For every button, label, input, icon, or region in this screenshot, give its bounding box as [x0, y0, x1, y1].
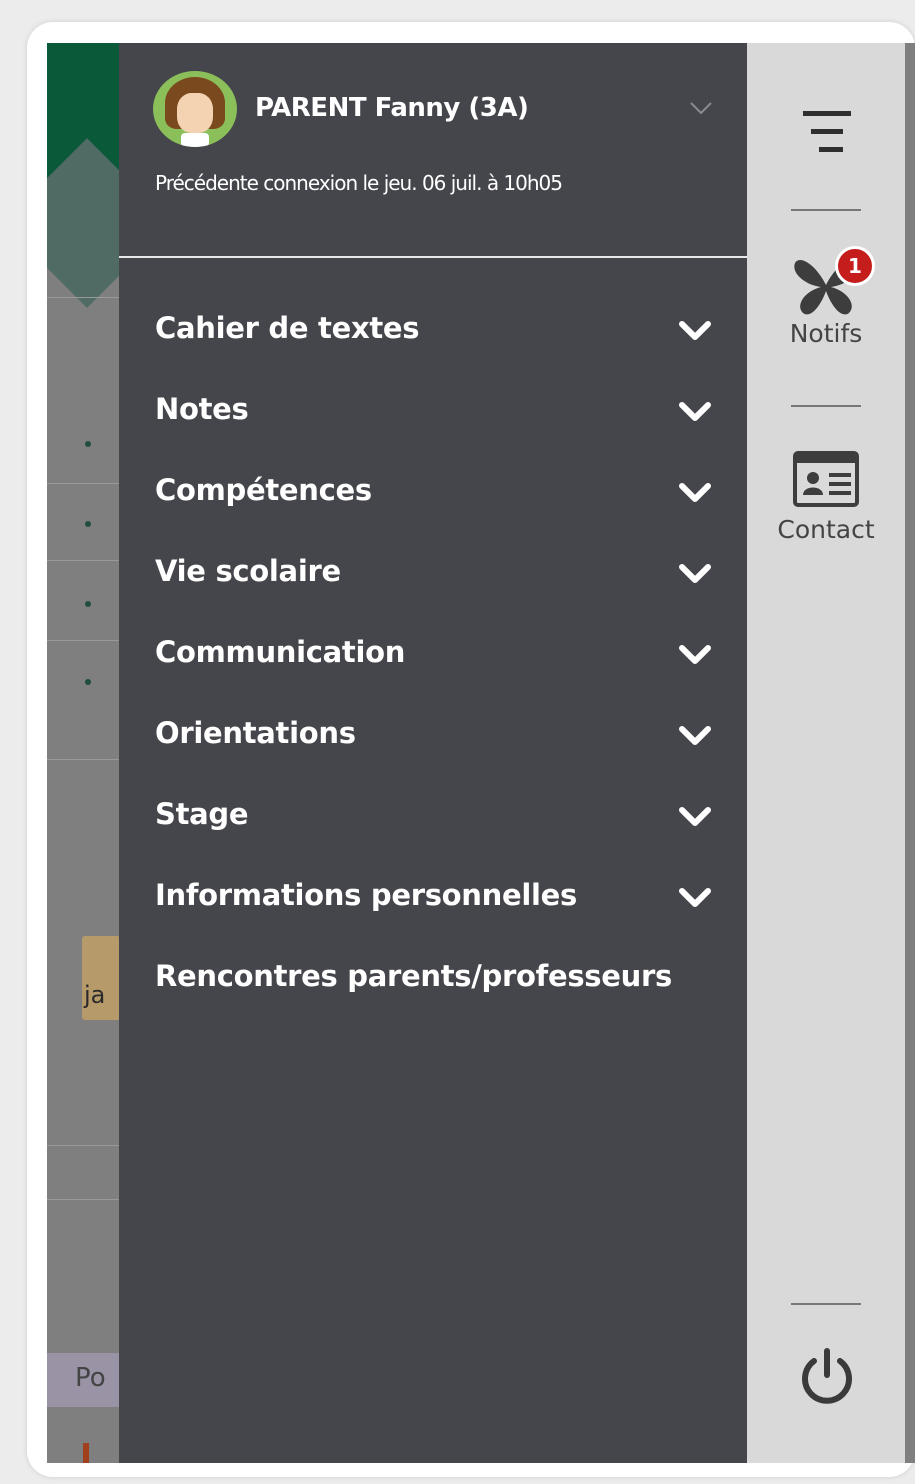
power-icon[interactable]	[795, 1345, 859, 1409]
menu-item-label: Notes	[155, 392, 249, 426]
background-marker	[83, 1443, 89, 1463]
notifs-label[interactable]: Notifs	[747, 319, 905, 348]
last-login-text: Précédente connexion le jeu. 06 juil. à …	[155, 171, 563, 195]
chevron-down-icon[interactable]	[687, 93, 715, 121]
menu-item-informations-personnelles[interactable]: Informations personnelles	[119, 860, 747, 941]
menu-lines-icon[interactable]	[801, 107, 853, 157]
menu-item-notes[interactable]: Notes	[119, 374, 747, 455]
background-card-text: ja	[84, 981, 106, 1009]
menu-item-label: Vie scolaire	[155, 554, 341, 588]
list-bullet	[85, 601, 91, 607]
notification-count-badge: 1	[835, 246, 875, 286]
menu-item-rencontres-parents-professeurs[interactable]: Rencontres parents/professeurs	[119, 941, 747, 1022]
menu-list: Cahier de textes Notes Compétences Vie s…	[119, 293, 747, 1022]
list-bullet	[85, 521, 91, 527]
chevron-down-icon	[679, 483, 711, 502]
divider	[47, 759, 119, 760]
divider	[47, 483, 119, 484]
divider	[47, 560, 119, 561]
divider	[47, 1145, 119, 1146]
navigation-drawer: PARENT Fanny (3A) Précédente connexion l…	[119, 43, 747, 1463]
sidebar-divider	[791, 209, 861, 211]
profile-header[interactable]: PARENT Fanny (3A) Précédente connexion l…	[119, 43, 747, 258]
student-girl-avatar-icon	[153, 71, 237, 147]
sidebar-divider	[791, 1303, 861, 1305]
divider	[47, 640, 119, 641]
menu-item-label: Rencontres parents/professeurs	[155, 959, 672, 993]
chevron-down-icon	[679, 321, 711, 340]
menu-item-label: Orientations	[155, 716, 356, 750]
sidebar-divider	[791, 405, 861, 407]
list-bullet	[85, 441, 91, 447]
user-name: PARENT Fanny (3A)	[255, 93, 529, 123]
chevron-down-icon	[679, 564, 711, 583]
menu-item-communication[interactable]: Communication	[119, 617, 747, 698]
menu-item-competences[interactable]: Compétences	[119, 455, 747, 536]
chevron-down-icon	[679, 402, 711, 421]
chevron-down-icon	[679, 645, 711, 664]
chevron-down-icon	[679, 888, 711, 907]
background-section-text: Po	[75, 1363, 106, 1393]
chevron-down-icon	[679, 807, 711, 826]
menu-item-label: Communication	[155, 635, 406, 669]
chevron-down-icon	[679, 726, 711, 745]
contact-label[interactable]: Contact	[747, 515, 905, 544]
menu-item-label: Stage	[155, 797, 249, 831]
menu-item-orientations[interactable]: Orientations	[119, 698, 747, 779]
contact-card-icon[interactable]	[793, 451, 859, 507]
list-bullet	[85, 679, 91, 685]
menu-item-vie-scolaire[interactable]: Vie scolaire	[119, 536, 747, 617]
menu-item-label: Cahier de textes	[155, 311, 420, 345]
menu-item-stage[interactable]: Stage	[119, 779, 747, 860]
divider	[47, 297, 119, 298]
divider	[47, 1199, 119, 1200]
right-sidebar: 1 Notifs Contact	[747, 43, 905, 1463]
menu-item-label: Informations personnelles	[155, 878, 577, 912]
menu-item-label: Compétences	[155, 473, 372, 507]
menu-item-cahier-de-textes[interactable]: Cahier de textes	[119, 293, 747, 374]
